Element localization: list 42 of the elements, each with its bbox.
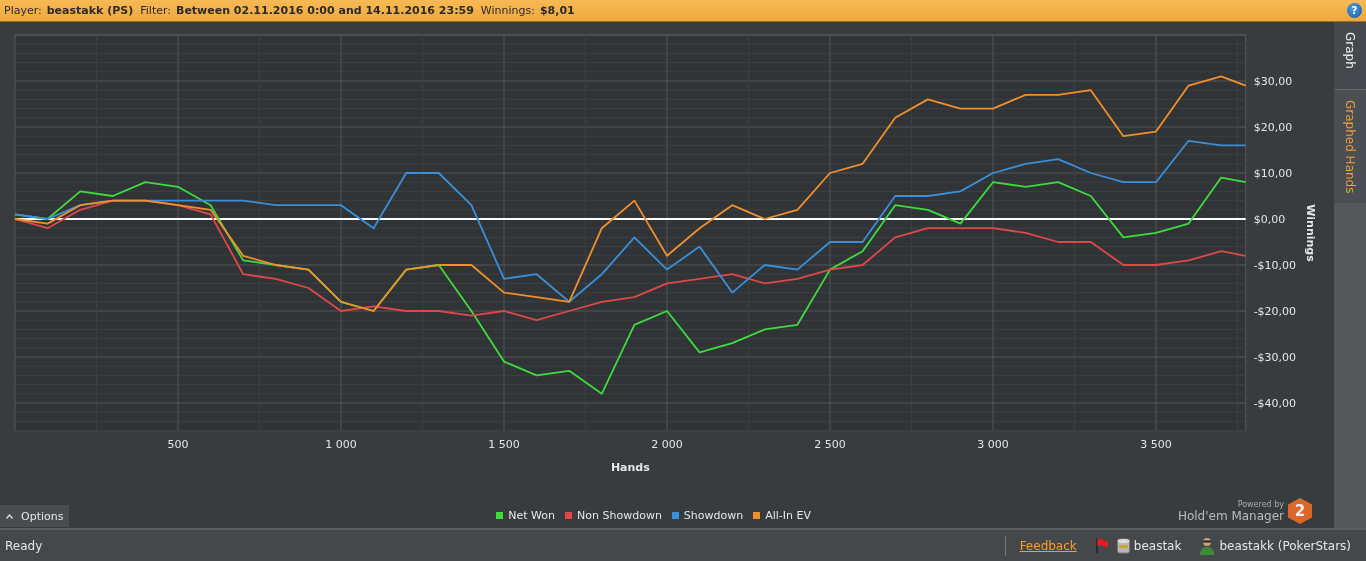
field-label: Player: [4,4,42,17]
x-tick-label: 1 000 [325,437,357,451]
y-tick-label: -$10,00 [1253,259,1297,272]
legend-label: Net Won [508,508,556,522]
y-tick-label: $10,00 [1253,167,1293,180]
y-tick-label: $30,00 [1253,75,1293,88]
help-button[interactable]: ? [1347,3,1362,18]
logo-badge: 2 [1288,498,1312,524]
x-tick-label: 500 [167,437,189,451]
y-tick-label: -$30,00 [1253,351,1297,364]
feedback-link[interactable]: Feedback [1019,538,1077,553]
database-icon [1116,537,1130,554]
status-message: Ready [5,538,43,553]
field-value: $8,01 [539,4,575,17]
legend-label: Non Showdown [577,508,662,522]
person-icon [1199,536,1216,555]
x-tick-label: 3 500 [1140,437,1172,451]
powered-by-text: Powered by [1237,499,1284,509]
field-value: beastakk (PS) [46,4,134,17]
y-tick-label: -$20,00 [1253,305,1297,318]
side-tab[interactable]: Graphed Hands [1334,89,1366,204]
product-name: Hold'em Manager [1177,508,1284,523]
x-tick-label: 3 000 [977,437,1009,451]
flag-icon[interactable] [1094,537,1109,554]
options-button[interactable]: Options [0,505,70,527]
field-label: Winnings: [480,4,535,17]
x-tick-label: 2 000 [651,437,683,451]
y-axis-title: Winnings [1304,204,1317,262]
y-tick-label: $0,00 [1253,213,1286,226]
legend-label: All-In EV [765,508,812,522]
side-tab[interactable]: Graph [1334,22,1366,90]
y-tick-label: $20,00 [1253,121,1293,134]
x-tick-label: 2 500 [814,437,846,451]
database-name: beastak [1133,538,1182,553]
x-tick-label: 1 500 [488,437,520,451]
x-axis-title: Hands [610,460,650,474]
player-name: beastakk (PokerStars) [1219,538,1351,553]
y-tick-label: -$40,00 [1253,397,1297,410]
field-value: Between 02.11.2016 0:00 and 14.11.2016 23:59 [176,4,474,17]
field-label: Filter: [140,4,171,17]
caret-icon [6,513,13,519]
legend-label: Showdown [683,508,744,522]
